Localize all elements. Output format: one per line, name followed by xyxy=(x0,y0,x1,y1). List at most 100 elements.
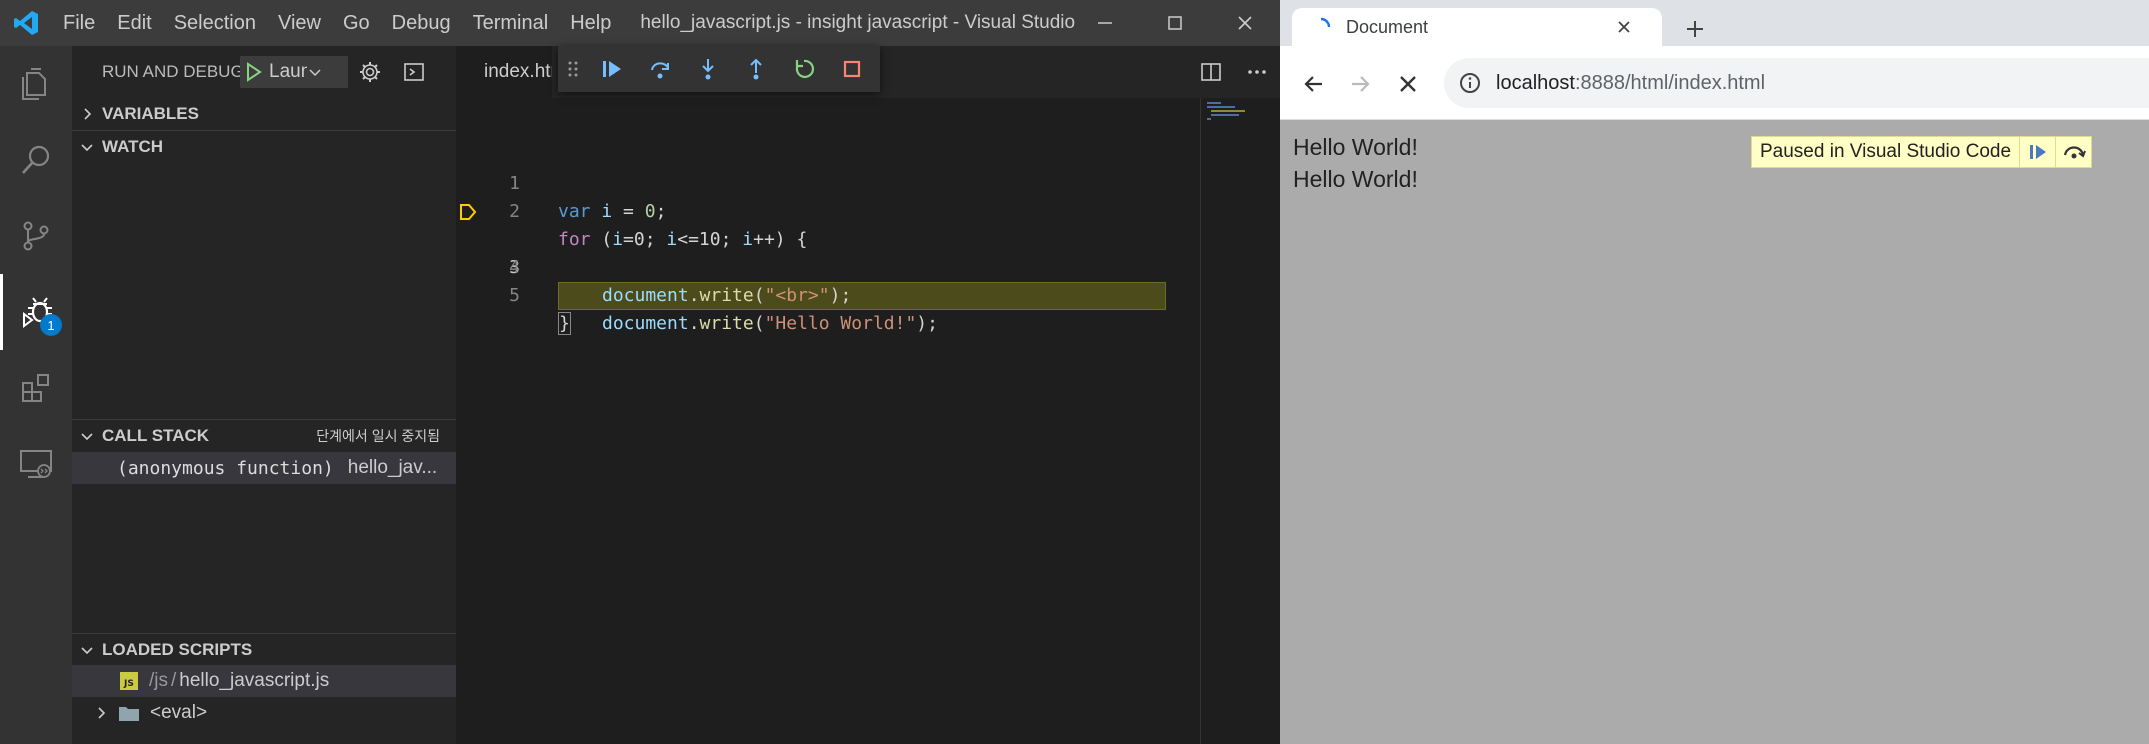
browser-tab-title: Document xyxy=(1346,16,1429,37)
launch-config-label: Launch xyxy=(269,61,307,82)
content-line: Hello World! xyxy=(1293,166,1418,192)
watch-label: WATCH xyxy=(102,136,164,156)
close-icon[interactable] xyxy=(1210,0,1280,46)
source-control-icon[interactable] xyxy=(0,198,72,274)
menu-terminal[interactable]: Terminal xyxy=(462,0,560,46)
menu-view[interactable]: View xyxy=(267,0,332,46)
chevron-down-icon xyxy=(81,646,93,654)
forward-button[interactable] xyxy=(1342,66,1378,102)
resume-icon xyxy=(2029,145,2046,159)
variables-section-header[interactable]: VARIABLES xyxy=(72,98,456,130)
loaded-script-item[interactable]: <eval> xyxy=(72,697,456,729)
chevron-down-icon xyxy=(81,143,93,151)
continue-button[interactable] xyxy=(588,46,636,92)
continue-icon xyxy=(603,61,621,77)
menu-edit[interactable]: Edit xyxy=(106,0,162,46)
start-debugging-icon[interactable] xyxy=(241,60,265,84)
debug-badge: 1 xyxy=(40,314,62,336)
code-line: 5 } xyxy=(456,254,1280,335)
content-line: Hello World! xyxy=(1293,134,1418,160)
menu-bar: File Edit Selection View Go Debug Termin… xyxy=(52,0,622,46)
run-debug-icon[interactable]: 1 xyxy=(0,274,72,350)
folder-icon xyxy=(119,707,139,721)
explorer-icon[interactable] xyxy=(0,46,72,122)
drag-handle-icon[interactable] xyxy=(558,60,588,78)
call-stack-frame[interactable]: (anonymous function) hello_jav... xyxy=(72,452,456,484)
title-bar: File Edit Selection View Go Debug Termin… xyxy=(0,0,1280,46)
step-into-button[interactable] xyxy=(684,46,732,92)
address-bar[interactable]: localhost:8888/html/index.html xyxy=(1444,58,2149,108)
token-punctuation: ); xyxy=(916,313,938,334)
editor-tab-bar: index.html xyxy=(456,46,1280,98)
step-over-button[interactable] xyxy=(636,46,684,92)
tab-close-icon[interactable] xyxy=(1616,19,1632,35)
extensions-icon[interactable] xyxy=(0,350,72,426)
remote-explorer-icon[interactable] xyxy=(0,426,72,502)
gear-icon[interactable] xyxy=(358,60,382,84)
more-actions-icon[interactable] xyxy=(1234,46,1280,98)
sidebar-title: RUN AND DEBUG xyxy=(102,62,244,81)
vscode-logo-icon xyxy=(0,0,52,46)
maximize-icon[interactable] xyxy=(1140,0,1210,46)
editor-actions xyxy=(1188,46,1280,98)
minimap[interactable] xyxy=(1200,98,1280,744)
back-button[interactable] xyxy=(1296,66,1332,102)
tab-index-html[interactable]: index.html xyxy=(456,46,552,98)
call-stack-label: CALL STACK xyxy=(102,425,210,445)
restart-icon xyxy=(795,59,815,78)
stop-loading-button[interactable] xyxy=(1390,66,1426,102)
split-editor-icon[interactable] xyxy=(1188,46,1234,98)
launch-config-select[interactable]: Launch xyxy=(240,56,348,88)
watch-section-header[interactable]: WATCH xyxy=(72,130,456,162)
vscode-window: File Edit Selection View Go Debug Termin… xyxy=(0,0,1280,744)
script-eval-name: <eval> xyxy=(150,702,208,723)
menu-help[interactable]: Help xyxy=(559,0,622,46)
code-line: 4 document.write("<br>"); xyxy=(456,226,1280,306)
step-over-overlay-button[interactable] xyxy=(2055,137,2092,167)
search-icon[interactable] xyxy=(0,122,72,198)
js-file-icon: JS xyxy=(120,672,138,690)
minimap-preview xyxy=(1207,102,1245,120)
minimize-icon[interactable] xyxy=(1070,0,1140,46)
page-content: Hello World! Hello World! Paused in Visu… xyxy=(1280,120,2149,744)
new-tab-button[interactable] xyxy=(1678,12,1712,46)
menu-go[interactable]: Go xyxy=(332,0,381,46)
step-over-icon xyxy=(2063,146,2086,159)
script-path-prefix: /js xyxy=(149,670,168,691)
browser-toolbar: localhost:8888/html/index.html xyxy=(1280,46,2149,120)
activity-bar: 1 xyxy=(0,46,72,744)
browser-tab[interactable]: Document xyxy=(1292,8,1662,46)
resume-button[interactable] xyxy=(2019,137,2056,167)
url-text: localhost:8888/html/index.html xyxy=(1496,72,1765,95)
editor-area: index.html 1 xyxy=(456,46,1280,744)
token-punctuation: ); xyxy=(829,285,852,306)
arrow-right-icon xyxy=(1352,76,1370,92)
debug-console-icon[interactable] xyxy=(402,60,426,84)
chevron-down-icon xyxy=(81,432,93,440)
loaded-script-item[interactable]: JS /js / hello_javascript.js xyxy=(72,665,456,697)
sidebar-header: RUN AND DEBUG Launch xyxy=(72,46,456,98)
token-function: write xyxy=(699,285,754,306)
token-punctuation: ( xyxy=(753,285,765,306)
step-over-icon xyxy=(651,62,669,79)
step-out-button[interactable] xyxy=(732,46,780,92)
code-editor[interactable]: 1 var i = 0; 2 for (i=0; i<=10; i++) { 3… xyxy=(456,98,1280,744)
info-icon[interactable] xyxy=(1458,71,1482,95)
arrow-left-icon xyxy=(1304,76,1322,92)
restart-button[interactable] xyxy=(780,46,828,92)
token-function: write xyxy=(699,313,754,334)
browser-tab-strip: Document xyxy=(1280,0,2149,46)
call-stack-section-header[interactable]: CALL STACK 단계에서 일시 중지됨 xyxy=(72,419,456,451)
menu-debug[interactable]: Debug xyxy=(381,0,462,46)
paused-label: Paused in Visual Studio Code xyxy=(1752,137,2020,167)
window-controls xyxy=(1070,0,1280,46)
loading-spinner-icon xyxy=(1320,17,1331,28)
svg-text:JS: JS xyxy=(123,679,134,689)
current-statement-icon[interactable] xyxy=(458,202,478,222)
menu-file[interactable]: File xyxy=(52,0,106,46)
menu-selection[interactable]: Selection xyxy=(163,0,267,46)
loaded-scripts-section-header[interactable]: LOADED SCRIPTS xyxy=(72,633,456,665)
code-line: 1 var i = 0; xyxy=(456,142,1280,222)
token-string: "<br>" xyxy=(764,285,830,306)
stop-button[interactable] xyxy=(828,46,876,92)
